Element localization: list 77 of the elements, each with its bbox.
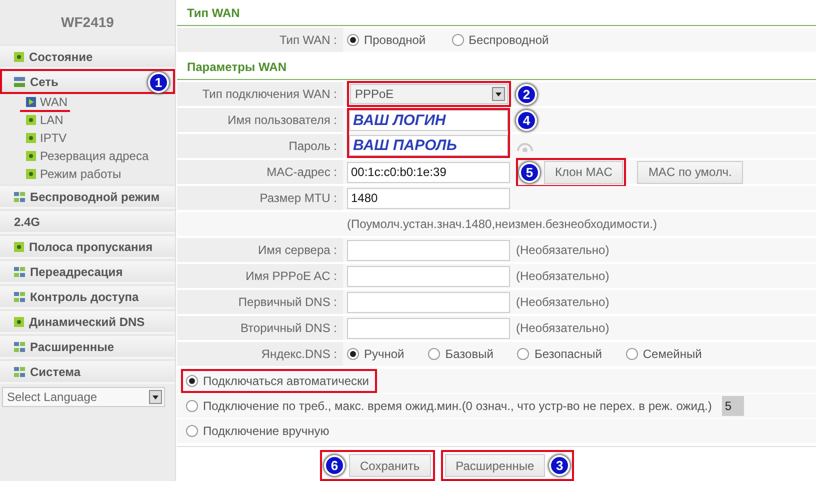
idle-time-field[interactable]: 5 [722,396,744,416]
step-badge: 5 [519,162,540,182]
radio-option[interactable]: Семейный [626,347,702,361]
input-field[interactable] [347,240,510,260]
sidebar-item[interactable]: Состояние [0,44,175,69]
sidebar-item[interactable]: Расширенные [0,334,175,359]
step-badge: 1 [148,72,169,93]
sidebar-subitem[interactable]: IPTV [20,130,69,148]
form-button[interactable]: Сохранить [349,454,431,477]
sidebar-item[interactable]: Система [0,359,175,384]
optional-hint: (Необязательно) [516,243,610,257]
device-model-title: WF2419 [61,14,114,30]
grid-icon [14,292,25,302]
optional-hint: (Необязательно) [516,295,610,309]
optional-hint: (Необязательно) [516,321,610,335]
field-label: Пароль : [288,139,337,153]
sidebar-subitem[interactable]: Резервация адреса [20,148,151,166]
eye-icon[interactable] [516,140,534,152]
sidebar-item[interactable]: Беспроводной режим [0,184,175,209]
input-field[interactable] [347,292,510,312]
bullet-icon [14,242,24,252]
section-title: Тип WAN [187,6,240,20]
bullet-icon [14,316,24,326]
mac-button[interactable]: MAC по умолч. [637,160,743,184]
play-icon [26,97,36,107]
radio-option[interactable]: Ручной [347,347,404,361]
grid-icon [14,342,25,352]
bullet-icon [26,115,36,125]
field-label: Первичный DNS : [238,295,337,309]
credential-field[interactable]: ВАШ ЛОГИН [349,110,508,131]
field-label: Тип подключения WAN : [202,87,337,101]
field-label: Имя сервера : [258,243,337,257]
step-badge: 3 [549,455,570,476]
sidebar-subitem[interactable]: Режим работы [20,166,124,184]
field-label: Тип WAN : [279,33,337,47]
radio-option[interactable]: Базовый [428,347,494,361]
sidebar-item[interactable]: Сеть 1 [0,69,175,94]
bullet-icon [26,151,36,161]
step-badge: 6 [324,455,345,476]
grid-icon [14,366,25,376]
mac-button[interactable]: Клон MAC [544,160,624,184]
connection-type-select[interactable]: PPPoE [350,84,508,104]
radio-option[interactable]: Подключение по треб., макс. время ожид.мин.(0 означ., что устр-во не перех. в реж. ожид.) [181,394,720,418]
radio-option[interactable]: Проводной [347,33,426,47]
optional-hint: (Необязательно) [516,269,610,283]
radio-option[interactable]: Безопасный [517,347,602,361]
input-field[interactable] [347,318,510,338]
input-field[interactable]: 1480 [347,188,510,208]
radio-option[interactable]: Беспроводной [452,33,549,47]
sidebar-subitem[interactable]: WAN [20,94,70,112]
sidebar-item[interactable]: Динамический DNS [0,309,175,334]
sidebar-subitem[interactable]: LAN [20,112,66,130]
credential-field[interactable]: ВАШ ПАРОЛЬ [349,135,508,156]
bullet-icon [26,169,36,179]
bullet-icon [26,133,36,143]
field-label: MAC-адрес : [266,165,337,179]
mtu-note: (Поумолч.устан.знач.1480,неизмен.безнеобходимости.) [347,217,657,231]
language-select[interactable]: Select Language [2,387,165,407]
field-label: Яндекс.DNS : [261,347,337,361]
grid-icon [14,266,25,276]
input-field[interactable] [347,266,510,286]
mac-address-field[interactable]: 00:1c:c0:b0:1e:39 [347,162,510,182]
grid-icon [14,192,25,202]
sidebar-item[interactable]: Переадресация [0,259,175,284]
field-label: Имя пользователя : [228,113,337,127]
form-button[interactable]: Расширенные [444,454,546,477]
field-label: Размер MTU : [260,191,337,205]
sidebar-item[interactable]: Контроль доступа [0,284,175,309]
step-badge: 4 [516,110,537,130]
section-title: Параметры WAN [187,60,286,74]
bars-icon [14,76,25,86]
step-badge: 2 [516,84,537,104]
bullet-icon [14,52,24,62]
sidebar-item[interactable]: 2.4G [0,209,175,234]
sidebar-item[interactable]: Полоса пропускания [0,234,175,259]
field-label: Имя PPPoE AC : [246,269,337,283]
field-label: Вторичный DNS : [240,321,337,335]
